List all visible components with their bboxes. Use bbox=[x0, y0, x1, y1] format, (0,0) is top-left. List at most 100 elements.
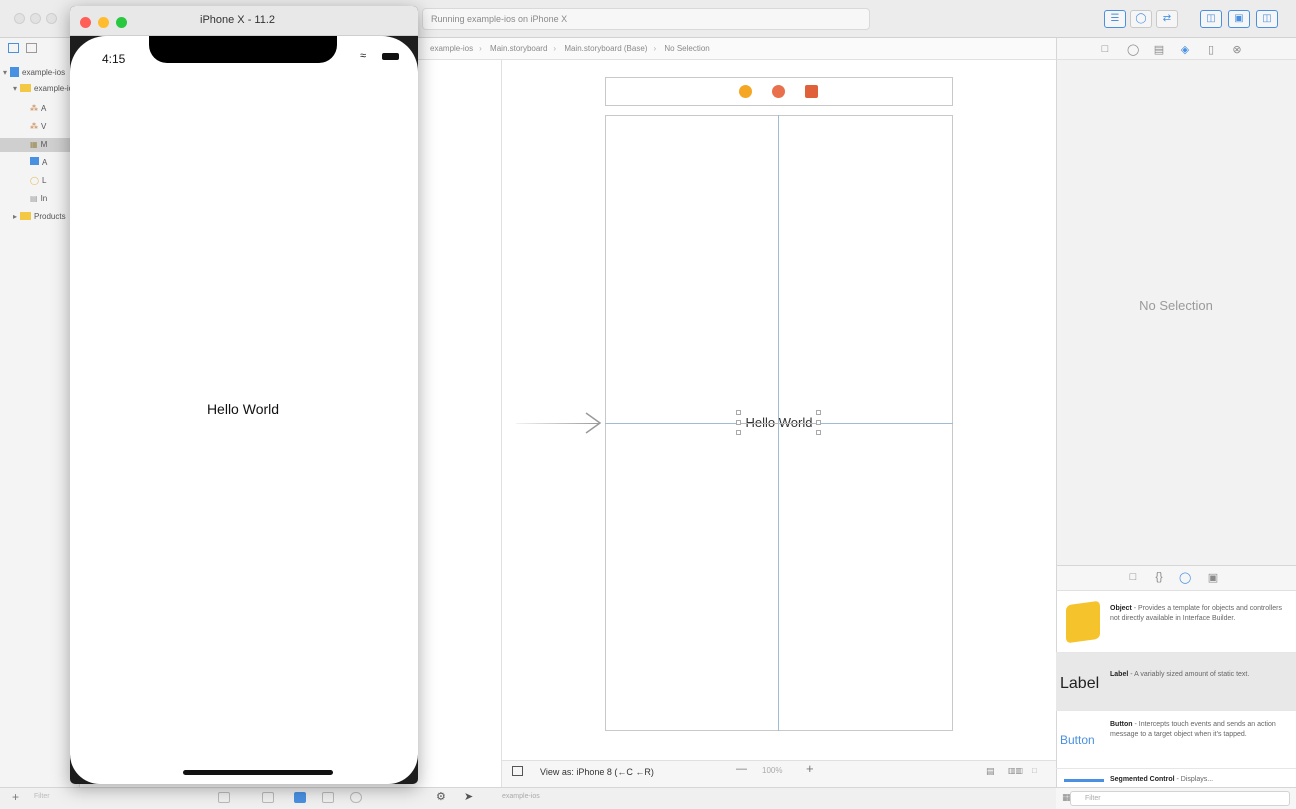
debug-panel-icon: ▣ bbox=[1234, 13, 1244, 24]
nav-row-label: A bbox=[41, 104, 47, 113]
disclosure-triangle-icon[interactable]: ▸ bbox=[10, 210, 20, 224]
file-template-library-icon[interactable]: □ bbox=[1127, 571, 1139, 583]
toggle-utilities-button[interactable]: ◫ bbox=[1256, 10, 1278, 28]
disclosure-triangle-icon[interactable]: ▾ bbox=[0, 66, 10, 80]
activity-text: Running example-ios on iPhone X bbox=[431, 14, 568, 24]
battery-icon bbox=[382, 53, 399, 60]
object-cube-icon bbox=[1066, 600, 1100, 644]
attributes-inspector-icon[interactable]: ◈ bbox=[1179, 43, 1191, 56]
resize-handle[interactable] bbox=[816, 430, 821, 435]
nav-row-label: M bbox=[40, 140, 48, 149]
jumpbar-crumb-selection[interactable]: No Selection bbox=[664, 38, 709, 60]
toggle-debug-area-button[interactable]: ▣ bbox=[1228, 10, 1250, 28]
resize-handle[interactable] bbox=[736, 430, 741, 435]
first-responder-icon[interactable] bbox=[772, 85, 785, 98]
nav-row-launchscreen[interactable]: ◯ L bbox=[0, 174, 80, 188]
library-item-text: - A variably sized amount of static text… bbox=[1130, 671, 1250, 678]
minimize-window-icon[interactable] bbox=[98, 17, 109, 28]
nav-row-label: L bbox=[41, 176, 47, 185]
code-snippet-library-icon[interactable]: {} bbox=[1153, 571, 1165, 583]
nav-row-products[interactable]: ▸ Products bbox=[0, 210, 80, 224]
step-in-icon[interactable] bbox=[350, 792, 362, 803]
step-over-icon[interactable] bbox=[322, 792, 334, 803]
document-outline bbox=[416, 60, 502, 787]
toggle-navigator-button[interactable]: ◫ bbox=[1200, 10, 1222, 28]
exit-icon[interactable] bbox=[805, 85, 818, 98]
zoom-level: 100% bbox=[762, 766, 783, 775]
close-window-icon[interactable] bbox=[80, 17, 91, 28]
library-item-text: - Provides a template for objects and co… bbox=[1110, 605, 1282, 622]
resize-handle[interactable] bbox=[736, 410, 741, 415]
version-editor-button[interactable]: ⇄ bbox=[1156, 10, 1178, 28]
nav-row-project[interactable]: ▾ example-ios bbox=[0, 66, 80, 80]
library-item-title: Label bbox=[1110, 671, 1129, 678]
library-item-desc: Button - Intercepts touch events and sen… bbox=[1110, 720, 1290, 740]
activity-viewer: Running example-ios on iPhone X bbox=[422, 8, 870, 30]
nav-row-viewcontroller[interactable]: ⁂ V bbox=[0, 120, 80, 134]
nav-row-assets[interactable]: A bbox=[0, 156, 80, 170]
resize-handle[interactable] bbox=[736, 420, 741, 425]
align-icon[interactable]: ▥▥ bbox=[1008, 766, 1023, 775]
library-filter-input[interactable]: Filter bbox=[1070, 791, 1290, 806]
library-item-desc: Segmented Control - Displays... bbox=[1110, 775, 1290, 785]
version-editor-icon: ⇄ bbox=[1162, 13, 1172, 24]
quick-help-icon[interactable]: ◯ bbox=[1127, 43, 1139, 56]
assistant-editor-button[interactable]: ◯ bbox=[1130, 10, 1152, 28]
jumpbar-crumb-project[interactable]: example-ios bbox=[430, 38, 473, 60]
swift-file-icon: ⁂ bbox=[30, 122, 38, 131]
pin-icon[interactable]: □ bbox=[1032, 766, 1037, 775]
view-controller-icon[interactable] bbox=[739, 85, 752, 98]
nav-row-main-storyboard[interactable]: ▦ M bbox=[0, 138, 80, 152]
object-library-icon[interactable]: ◯ bbox=[1179, 571, 1191, 584]
chevron-right-icon: › bbox=[553, 44, 557, 53]
entry-point-arrow-icon[interactable] bbox=[584, 411, 602, 435]
library-item-title: Segmented Control bbox=[1110, 776, 1175, 783]
memory-graph-icon[interactable]: ⚙ bbox=[436, 790, 446, 803]
embed-in-icon[interactable]: ▤ bbox=[986, 766, 995, 777]
window-zoom-dot-inactive[interactable] bbox=[46, 13, 57, 24]
media-library-icon[interactable]: ▣ bbox=[1207, 571, 1219, 584]
resize-handle[interactable] bbox=[816, 420, 821, 425]
console-icon[interactable] bbox=[218, 792, 230, 803]
pause-icon[interactable] bbox=[294, 792, 306, 803]
outline-toggle-icon[interactable] bbox=[512, 766, 523, 776]
resize-handle[interactable] bbox=[816, 410, 821, 415]
nav-row-group[interactable]: ▾ example-ios bbox=[0, 82, 80, 96]
view-as-device-button[interactable]: View as: iPhone 8 (←C ←R) bbox=[540, 765, 654, 779]
zoom-in-icon[interactable]: + bbox=[806, 761, 814, 776]
zoom-out-icon[interactable]: — bbox=[736, 763, 747, 775]
folder-icon bbox=[20, 212, 31, 220]
breakpoints-icon[interactable] bbox=[262, 792, 274, 803]
assistant-editor-icon: ◯ bbox=[1135, 13, 1147, 24]
nav-row-label: Products bbox=[34, 212, 66, 221]
standard-editor-button[interactable]: ☰ bbox=[1104, 10, 1126, 28]
location-icon[interactable]: ➤ bbox=[464, 790, 473, 803]
library-tabs: □ {} ◯ ▣ bbox=[1056, 565, 1296, 591]
size-inspector-icon[interactable]: ▯ bbox=[1205, 43, 1217, 56]
connections-inspector-icon[interactable]: ⊗ bbox=[1231, 43, 1243, 56]
nav-row-info-plist[interactable]: ▤ In bbox=[0, 192, 80, 206]
library-item-desc: Label - A variably sized amount of stati… bbox=[1110, 670, 1290, 680]
segmented-control-preview bbox=[1064, 779, 1104, 782]
jumpbar-crumb-base[interactable]: Main.storyboard (Base) bbox=[564, 38, 647, 60]
source-control-tab-icon[interactable] bbox=[26, 43, 37, 53]
zoom-window-icon[interactable] bbox=[116, 17, 127, 28]
folder-tab-icon[interactable] bbox=[8, 43, 19, 53]
button-preview: Button bbox=[1060, 733, 1095, 747]
chevron-right-icon: › bbox=[653, 44, 657, 53]
nav-row-appdelegate[interactable]: ⁂ A bbox=[0, 102, 80, 116]
nav-row-label: In bbox=[40, 194, 48, 203]
home-indicator[interactable] bbox=[183, 770, 333, 775]
standard-editor-icon: ☰ bbox=[1110, 13, 1120, 24]
no-selection-text: No Selection bbox=[1139, 298, 1213, 313]
window-close-dot-inactive[interactable] bbox=[14, 13, 25, 24]
jumpbar-crumb-storyboard[interactable]: Main.storyboard bbox=[490, 38, 547, 60]
window-minimize-dot-inactive[interactable] bbox=[30, 13, 41, 24]
add-file-icon[interactable]: + bbox=[12, 790, 19, 804]
library-item-text: - Displays... bbox=[1176, 776, 1214, 783]
file-inspector-icon[interactable]: □ bbox=[1099, 43, 1111, 55]
hello-world-label: Hello World bbox=[206, 401, 280, 417]
identity-inspector-icon[interactable]: ▤ bbox=[1153, 43, 1165, 56]
disclosure-triangle-icon[interactable]: ▾ bbox=[10, 82, 20, 96]
navigator-filter[interactable]: Filter bbox=[34, 793, 50, 800]
